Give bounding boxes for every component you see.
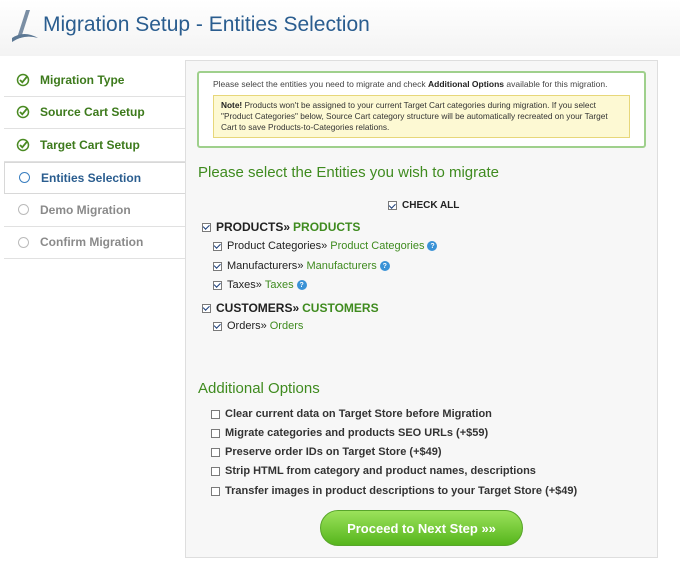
- checkbox[interactable]: [211, 428, 220, 438]
- logo-icon: [12, 10, 38, 42]
- checkbox[interactable]: [213, 261, 222, 271]
- entities-heading: Please select the Entities you wish to m…: [198, 164, 499, 181]
- help-icon[interactable]: ?: [379, 261, 390, 271]
- step-label: Migration Type: [40, 72, 125, 87]
- option-strip-html[interactable]: Strip HTML from category and product nam…: [211, 465, 536, 477]
- check-circle-icon: [16, 73, 30, 87]
- circle-icon: [17, 171, 31, 185]
- step-source-cart-setup[interactable]: Source Cart Setup: [4, 97, 186, 129]
- checkbox[interactable]: [388, 201, 397, 210]
- checkbox[interactable]: [211, 466, 220, 476]
- step-label: Confirm Migration: [40, 235, 144, 250]
- option-preserve-order-ids[interactable]: Preserve order IDs on Target Store (+$49…: [211, 446, 442, 458]
- checkbox[interactable]: [213, 280, 222, 290]
- checkbox[interactable]: [202, 222, 211, 232]
- step-confirm-migration[interactable]: Confirm Migration: [4, 227, 186, 259]
- entity-product-categories[interactable]: Product Categories » Product Categories ?: [213, 240, 438, 252]
- help-icon[interactable]: ?: [427, 241, 438, 251]
- check-all-checkbox[interactable]: CHECK ALL: [388, 200, 459, 211]
- step-target-cart-setup[interactable]: Target Cart Setup: [4, 129, 186, 162]
- entity-manufacturers[interactable]: Manufacturers » Manufacturers ?: [213, 260, 390, 272]
- checkbox[interactable]: [202, 303, 211, 313]
- entity-customers[interactable]: CUSTOMERS » CUSTOMERS: [202, 301, 379, 315]
- step-demo-migration[interactable]: Demo Migration: [4, 194, 186, 227]
- circle-icon: [16, 203, 30, 217]
- checkbox[interactable]: [211, 486, 220, 496]
- checkbox[interactable]: [211, 409, 220, 419]
- check-circle-icon: [16, 105, 30, 119]
- note-box: Note! Products won't be assigned to your…: [213, 95, 630, 138]
- help-icon[interactable]: ?: [296, 280, 307, 290]
- entity-orders[interactable]: Orders » Orders: [213, 320, 303, 332]
- proceed-button[interactable]: Proceed to Next Step »»: [320, 510, 523, 546]
- step-label: Entities Selection: [41, 170, 142, 185]
- page-title: Migration Setup - Entities Selection: [43, 13, 370, 36]
- check-all-label: CHECK ALL: [402, 200, 460, 211]
- step-migration-type[interactable]: Migration Type: [4, 64, 186, 97]
- step-label: Target Cart Setup: [40, 137, 140, 152]
- additional-options-heading: Additional Options: [198, 380, 320, 397]
- info-text: Please select the entities you need to m…: [213, 79, 608, 89]
- step-entities-selection[interactable]: Entities Selection: [4, 161, 187, 194]
- page-header: Migration Setup - Entities Selection: [0, 0, 680, 56]
- checkbox[interactable]: [213, 321, 222, 331]
- checkbox[interactable]: [213, 241, 222, 251]
- step-label: Demo Migration: [40, 202, 131, 217]
- checkbox[interactable]: [211, 447, 220, 457]
- entity-taxes[interactable]: Taxes » Taxes ?: [213, 279, 307, 291]
- info-box: Please select the entities you need to m…: [197, 71, 646, 148]
- steps-sidebar: Migration Type Source Cart Setup Target …: [4, 64, 187, 259]
- option-transfer-images[interactable]: Transfer images in product descriptions …: [211, 485, 577, 497]
- option-seo-urls[interactable]: Migrate categories and products SEO URLs…: [211, 427, 488, 439]
- check-circle-icon: [16, 138, 30, 152]
- circle-icon: [16, 235, 30, 249]
- option-clear-data[interactable]: Clear current data on Target Store befor…: [211, 408, 492, 420]
- step-label: Source Cart Setup: [40, 105, 145, 120]
- entity-products[interactable]: PRODUCTS » PRODUCTS: [202, 220, 360, 234]
